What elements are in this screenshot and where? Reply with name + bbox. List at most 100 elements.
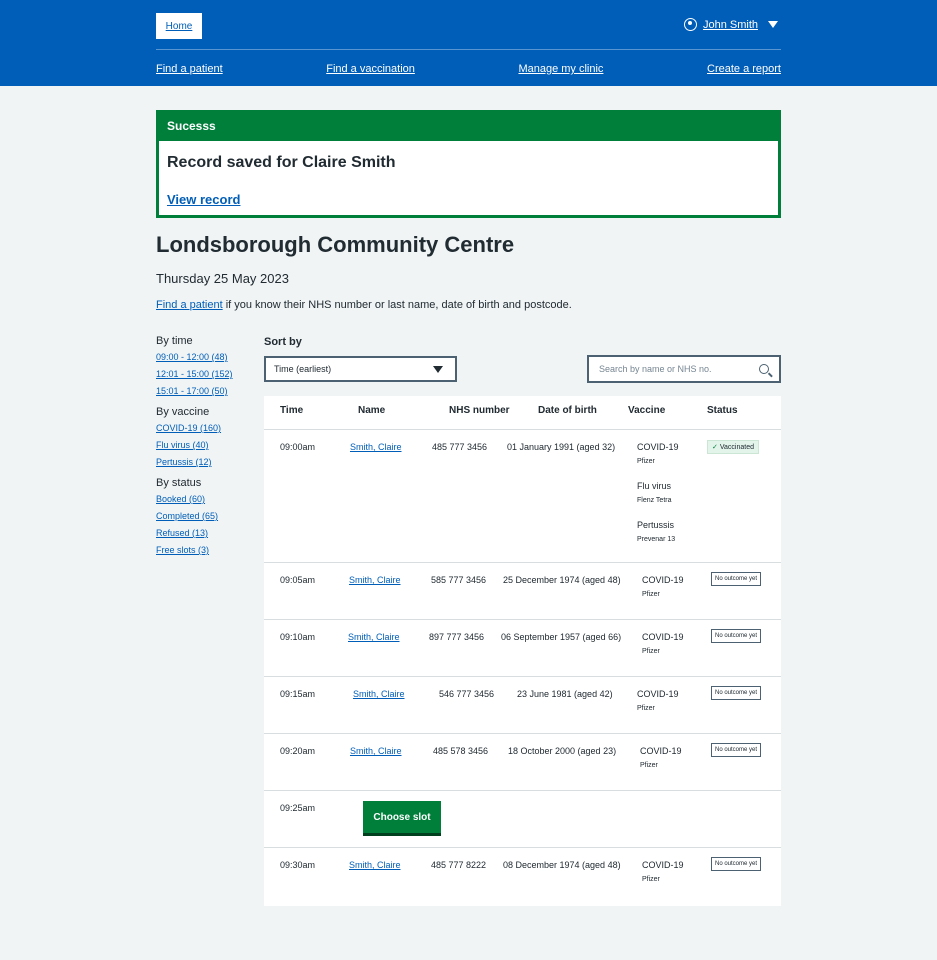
filter-heading-vaccine: By vaccine [156,406,210,418]
nhs-number: 485 777 3456 [432,442,488,452]
row-time: 09:10am [280,632,316,642]
sort-label: Sort by [264,336,302,348]
filter-heading-status: By status [156,477,202,489]
nhs-number: 546 777 3456 [439,689,495,699]
date-of-birth: 01 January 1991 (aged 32) [507,442,616,452]
nav-create-report[interactable]: Create a report [707,63,781,75]
vaccine-brand: Pfizer [637,705,655,712]
nav-find-patient[interactable]: Find a patient [156,63,223,75]
chevron-down-icon [433,365,443,373]
row-time: 09:15am [280,689,316,699]
table-row: 09:10am Smith, Claire 897 777 3456 06 Se… [264,620,781,677]
date-of-birth: 25 December 1974 (aged 48) [503,575,621,585]
vaccine-item: Flu virus Flenz Tetra [637,481,672,504]
appointments-table: Time Name NHS number Date of birth Vacci… [264,396,781,906]
search-icon[interactable] [759,364,769,374]
user-name: John Smith [702,18,758,31]
filter-sidebar: By time 09:00 - 12:00 (48) 12:01 - 15:00… [156,335,256,565]
vaccine-name: COVID-19 [637,442,679,452]
vaccine-brand: Pfizer [637,458,655,465]
find-patient-link[interactable]: Find a patient [156,299,223,311]
filter-time-link[interactable]: 15:01 - 17:00 (50) [156,386,256,396]
vaccine-item: COVID-19 Pfizer [637,442,679,465]
primary-nav: Find a patient Find a vaccination Manage… [156,63,781,75]
vaccine-brand: Flenz Tetra [637,497,672,504]
date-of-birth: 06 September 1957 (aged 66) [501,632,622,642]
vaccine-brand: Pfizer [640,762,658,769]
column-header: Date of birth [538,405,597,416]
user-menu[interactable]: John Smith [683,18,778,31]
table-row: 09:25am Choose slot [264,791,781,848]
search-input[interactable]: Search by name or NHS no. [587,355,781,383]
filter-time-link[interactable]: 12:01 - 15:00 (152) [156,369,256,379]
vaccine-item: COVID-19 Pfizer [642,860,684,883]
filter-status-link[interactable]: Completed (65) [156,511,256,521]
filter-status-link[interactable]: Refused (13) [156,528,256,538]
home-button[interactable]: Home [156,13,202,39]
patient-name-link[interactable]: Smith, Claire [350,746,402,756]
column-header: Status [707,405,738,416]
filter-status-link[interactable]: Booked (60) [156,494,256,504]
row-time: 09:00am [280,442,316,452]
page-date: Thursday 25 May 2023 [156,271,289,286]
status-badge: ✓ Vaccinated [707,440,759,454]
tick-icon: ✓ [712,444,718,451]
nhs-number: 485 777 8222 [431,860,487,870]
patient-name-link[interactable]: Smith, Claire [350,442,402,452]
user-icon [683,18,697,31]
sort-select[interactable]: Time (earliest) [264,356,457,382]
patient-name-link[interactable]: Smith, Claire [348,632,400,642]
patient-name-link[interactable]: Smith, Claire [349,575,401,585]
filter-vaccine-link[interactable]: COVID-19 (160) [156,423,256,433]
table-row: 09:05am Smith, Claire 585 777 3456 25 De… [264,563,781,620]
vaccine-name: COVID-19 [642,632,684,642]
filter-time-link[interactable]: 09:00 - 12:00 (48) [156,352,256,362]
nav-find-vaccination[interactable]: Find a vaccination [326,63,415,75]
table-row: 09:20am Smith, Claire 485 578 3456 18 Oc… [264,734,781,791]
row-time: 09:20am [280,746,316,756]
vaccine-name: COVID-19 [642,860,684,870]
table-row: 09:00am Smith, Claire 485 777 3456 01 Ja… [264,431,781,563]
column-header: Name [358,405,386,416]
filter-vaccine-link[interactable]: Pertussis (12) [156,457,256,467]
nhs-number: 585 777 3456 [431,575,487,585]
date-of-birth: 18 October 2000 (aged 23) [508,746,617,756]
row-time: 09:25am [280,803,316,813]
vaccine-item: COVID-19 Pfizer [642,632,684,655]
success-message: Record saved for Claire Smith [167,154,396,171]
table-row: 09:15am Smith, Claire 546 777 3456 23 Ju… [264,677,781,734]
filter-status-link[interactable]: Free slots (3) [156,545,256,555]
vaccine-name: COVID-19 [642,575,684,585]
vaccine-item: COVID-19 Pfizer [642,575,684,598]
patient-name-link[interactable]: Smith, Claire [353,689,405,699]
table-header: Time Name NHS number Date of birth Vacci… [264,396,781,430]
status-badge: No outcome yet [711,572,762,586]
vaccine-brand: Prevenar 13 [637,536,676,543]
intro-rest: if you know their NHS number or last nam… [222,299,572,311]
header-divider [156,49,781,50]
page-title: Londsborough Community Centre [156,232,515,257]
date-of-birth: 23 June 1981 (aged 42) [517,689,613,699]
success-banner: Sucesss Record saved for Claire Smith Vi… [156,110,781,218]
vaccine-item: Pertussis Prevenar 13 [637,520,675,543]
filter-group-status: By status Booked (60) Completed (65) Ref… [156,477,256,555]
nav-manage-clinic[interactable]: Manage my clinic [518,63,603,75]
vaccine-item: COVID-19 Pfizer [640,746,682,769]
site-header: Home John Smith Find a patient Find a va… [0,0,937,86]
filter-group-vaccine: By vaccine COVID-19 (160) Flu virus (40)… [156,406,256,467]
status-badge: No outcome yet [711,629,762,643]
vaccine-name: Flu virus [637,481,672,491]
patient-name-link[interactable]: Smith, Claire [349,860,401,870]
vaccine-name: COVID-19 [640,746,682,756]
date-of-birth: 08 December 1974 (aged 48) [503,860,621,870]
choose-slot-button[interactable]: Choose slot [363,801,441,833]
view-record-link[interactable]: View record [167,192,240,207]
success-heading: Sucesss [159,113,778,141]
status-badge: No outcome yet [711,743,762,757]
nhs-number: 897 777 3456 [429,632,485,642]
vaccine-brand: Pfizer [642,876,660,883]
chevron-down-icon [768,21,778,28]
search-placeholder: Search by name or NHS no. [599,364,712,374]
vaccine-brand: Pfizer [642,648,660,655]
filter-vaccine-link[interactable]: Flu virus (40) [156,440,256,450]
